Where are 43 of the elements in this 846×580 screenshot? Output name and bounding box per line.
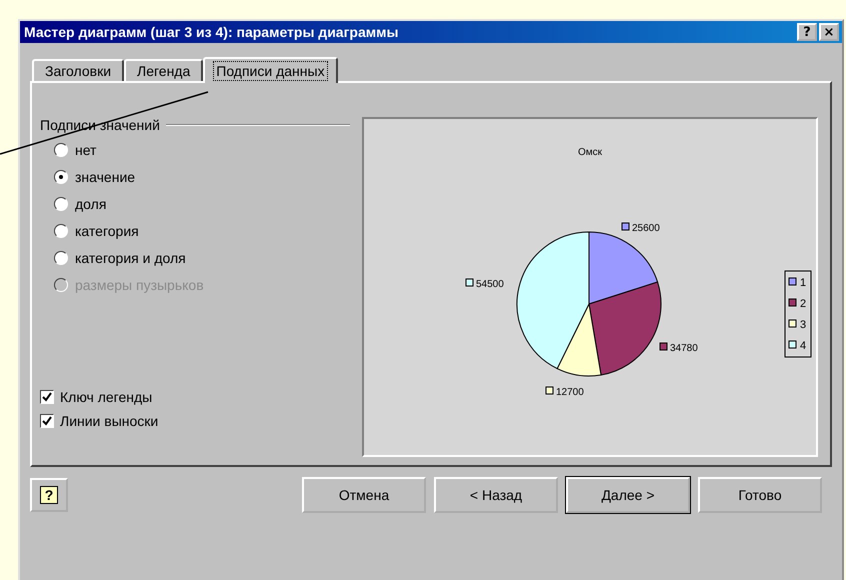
data-label: 54500 bbox=[476, 279, 504, 290]
label-key-icon bbox=[546, 386, 554, 394]
legend-key-icon bbox=[788, 320, 796, 328]
label-key-icon bbox=[466, 278, 474, 286]
data-label: 12700 bbox=[556, 387, 584, 398]
legend-key-icon bbox=[788, 278, 796, 286]
dialog-button[interactable]: Готово bbox=[698, 477, 822, 513]
group-title: Подписи значений bbox=[40, 117, 160, 133]
data-label: 25600 bbox=[632, 223, 660, 234]
checkbox-option[interactable]: Ключ легенды bbox=[40, 387, 350, 407]
label-key-icon bbox=[622, 222, 630, 230]
radio-button[interactable] bbox=[54, 251, 68, 265]
radio-option[interactable]: доля bbox=[54, 193, 350, 215]
close-button[interactable]: × bbox=[819, 23, 839, 41]
legend-label: 1 bbox=[800, 277, 806, 289]
dialog-button[interactable]: < Назад bbox=[434, 477, 558, 513]
checkbox[interactable] bbox=[40, 414, 54, 428]
radio-button[interactable] bbox=[54, 170, 68, 184]
radio-button[interactable] bbox=[54, 197, 68, 211]
checkbox[interactable] bbox=[40, 390, 54, 404]
window-title: Мастер диаграмм (шаг 3 из 4): параметры диаграммы bbox=[24, 24, 400, 40]
help-button[interactable]: ? bbox=[30, 478, 68, 512]
legend-label: 2 bbox=[800, 298, 806, 310]
radio-option[interactable]: категория и доля bbox=[54, 247, 350, 269]
checkbox-option[interactable]: Линии выноски bbox=[40, 411, 350, 431]
tab[interactable]: Легенда bbox=[124, 59, 204, 81]
legend-label: 3 bbox=[800, 319, 806, 331]
label-key-icon bbox=[660, 342, 668, 350]
legend-key-icon bbox=[788, 298, 796, 306]
legend-label: 4 bbox=[800, 340, 806, 352]
chart-title: Омск bbox=[578, 147, 602, 158]
tab[interactable]: Подписи данных bbox=[203, 57, 338, 83]
tab[interactable]: Заголовки bbox=[32, 59, 124, 81]
dialog-button[interactable]: Отмена bbox=[302, 477, 426, 513]
data-label: 34780 bbox=[670, 343, 698, 354]
dialog-button[interactable]: Далее > bbox=[566, 477, 690, 513]
radio-option[interactable]: значение bbox=[54, 166, 350, 188]
legend-key-icon bbox=[788, 340, 796, 348]
radio-button[interactable] bbox=[54, 224, 68, 238]
radio-button[interactable] bbox=[54, 143, 68, 157]
radio-option[interactable]: категория bbox=[54, 220, 350, 242]
radio-option[interactable]: нет bbox=[54, 139, 350, 161]
help-button[interactable]: ? bbox=[797, 23, 817, 41]
